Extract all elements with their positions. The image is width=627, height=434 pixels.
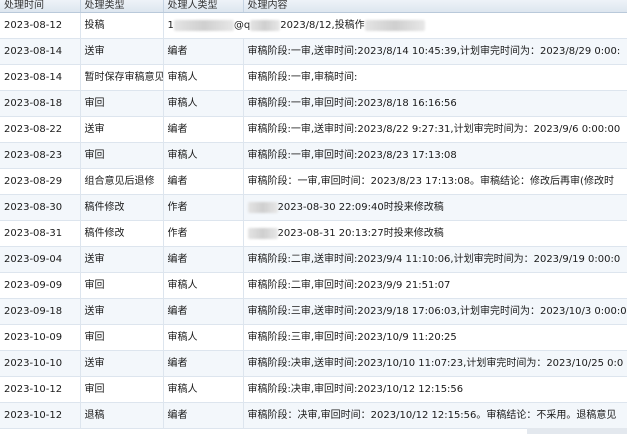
- cell-time: 2023-08-30: [0, 194, 81, 221]
- cell-time: 2023-08-14: [0, 64, 81, 91]
- cell-type: 送审: [80, 350, 164, 377]
- cell-content: 审稿阶段:决审,送审时间:2023/10/10 11:07:23,计划审完时间为…: [243, 350, 627, 377]
- cell-time: 2023-09-04: [0, 246, 81, 273]
- cell-content: 审稿阶段:二审,审回时间:2023/9/9 21:51:07: [243, 272, 627, 299]
- cell-role: 审稿人: [163, 142, 244, 169]
- cell-time: 2023-08-23: [0, 142, 81, 169]
- cell-type: 审回: [80, 376, 164, 403]
- table-row[interactable]: 2023-10-09 审回 审稿人 审稿阶段:三审,审回时间:2023/10/9…: [0, 324, 627, 351]
- table-row[interactable]: 2023-10-12 退稿 编者 审稿阶段：决审,审回时间：2023/10/12…: [0, 402, 627, 429]
- cell-time: 2023-10-10: [0, 350, 81, 377]
- cell-content: 审稿阶段：一审,审回时间：2023/8/23 17:13:08。审稿结论：修改后…: [243, 168, 627, 195]
- redacted-author: [247, 227, 278, 239]
- table-row[interactable]: 2023-09-04 送审 编者 审稿阶段:二审,送审时间:2023/9/4 1…: [0, 246, 627, 273]
- cell-time: 2023-09-18: [0, 298, 81, 325]
- table-row[interactable]: 2023-08-29 组合意见后退修 编者 审稿阶段：一审,审回时间：2023/…: [0, 168, 627, 195]
- cell-time: 2023-10-09: [0, 324, 81, 351]
- table-row[interactable]: 2023-10-10 送审 编者 审稿阶段:决审,送审时间:2023/10/10…: [0, 350, 627, 377]
- table-row[interactable]: 2023-08-12 投稿 1 @q 2023/8/12,投稿作: [0, 12, 627, 39]
- cell-type: 稿件修改: [80, 194, 164, 221]
- cell-content: 审稿阶段:一审,审回时间:2023/8/23 17:13:08: [243, 142, 627, 169]
- table-row[interactable]: 2023-09-18 送审 编者 审稿阶段:三审,送审时间:2023/9/18 …: [0, 298, 627, 325]
- cell-role: 审稿人: [163, 64, 244, 91]
- cell-content: 审稿阶段:二审,送审时间:2023/9/4 11:10:06,计划审完时间为：2…: [243, 246, 627, 273]
- content-mid: 2023/8/12,投稿作: [280, 20, 365, 31]
- cell-role: 编者: [163, 168, 244, 195]
- table-header-row: 处理时间 处理类型 处理人类型 处理内容: [0, 0, 627, 13]
- cell-type: 退稿: [80, 402, 164, 429]
- header-content[interactable]: 处理内容: [243, 0, 627, 13]
- processing-history-grid: 处理时间 处理类型 处理人类型 处理内容 2023-08-12 投稿 1 @q 20…: [0, 0, 627, 434]
- cell-type: 暂时保存审稿意见: [80, 64, 164, 91]
- cell-role: 编者: [163, 298, 244, 325]
- redacted-email: [173, 19, 234, 31]
- cell-time: 2023-09-09: [0, 272, 81, 299]
- cell-content: 1 @q 2023/8/12,投稿作: [163, 12, 627, 39]
- processing-history-table: 处理时间 处理类型 处理人类型 处理内容 2023-08-12 投稿 1 @q 20…: [0, 0, 627, 429]
- cell-content: 审稿阶段:决审,审回时间:2023/10/12 12:15:56: [243, 376, 627, 403]
- cell-type: 送审: [80, 246, 164, 273]
- cell-content: 审稿阶段:一审,审稿时间:: [243, 64, 627, 91]
- cell-role: 审稿人: [163, 90, 244, 117]
- cell-content: 2023-08-30 22:09:40时投来修改稿: [243, 194, 627, 221]
- cell-type: 投稿: [80, 12, 164, 39]
- header-time[interactable]: 处理时间: [0, 0, 81, 13]
- cell-content: 审稿阶段:一审,审回时间:2023/8/18 16:16:56: [243, 90, 627, 117]
- content-prefix: 1: [167, 20, 174, 31]
- cell-role: 编者: [163, 116, 244, 143]
- table-row[interactable]: 2023-09-09 审回 审稿人 审稿阶段:二审,审回时间:2023/9/9 …: [0, 272, 627, 299]
- header-role[interactable]: 处理人类型: [163, 0, 244, 13]
- cell-type: 审回: [80, 324, 164, 351]
- table-row[interactable]: 2023-08-30 稿件修改 作者 2023-08-30 22:09:40时投…: [0, 194, 627, 221]
- redacted-author: [247, 201, 278, 213]
- content-text: 2023-08-31 20:13:27时投来修改稿: [277, 228, 444, 239]
- cell-content: 审稿阶段:一审,送审时间:2023/8/22 9:27:31,计划审完时间为：2…: [243, 116, 627, 143]
- content-at: @q: [233, 20, 251, 31]
- cell-role: 编者: [163, 402, 244, 429]
- cell-role: 审稿人: [163, 324, 244, 351]
- cell-role: 编者: [163, 350, 244, 377]
- cell-content: 审稿阶段:三审,审回时间:2023/10/9 11:20:25: [243, 324, 627, 351]
- cell-type: 审回: [80, 90, 164, 117]
- cell-type: 审回: [80, 272, 164, 299]
- cell-role: 编者: [163, 38, 244, 65]
- table-row[interactable]: 2023-08-14 送审 编者 审稿阶段:一审,送审时间:2023/8/14 …: [0, 38, 627, 65]
- cell-time: 2023-10-12: [0, 376, 81, 403]
- cell-type: 稿件修改: [80, 220, 164, 247]
- pager-bar[interactable]: [527, 428, 627, 434]
- redacted-name: [250, 19, 281, 31]
- cell-role: 作者: [163, 194, 244, 221]
- redacted-title: [364, 19, 425, 31]
- cell-time: 2023-10-12: [0, 402, 81, 429]
- cell-type: 送审: [80, 38, 164, 65]
- cell-type: 送审: [80, 298, 164, 325]
- table-row[interactable]: 2023-08-31 稿件修改 作者 2023-08-31 20:13:27时投…: [0, 220, 627, 247]
- cell-content: 审稿阶段：决审,审回时间：2023/10/12 12:15:56。审稿结论：不采…: [243, 402, 627, 429]
- cell-role: 审稿人: [163, 272, 244, 299]
- cell-time: 2023-08-18: [0, 90, 81, 117]
- cell-time: 2023-08-22: [0, 116, 81, 143]
- cell-role: 编者: [163, 246, 244, 273]
- cell-type: 审回: [80, 142, 164, 169]
- cell-time: 2023-08-12: [0, 12, 81, 39]
- cell-role: 作者: [163, 220, 244, 247]
- cell-type: 组合意见后退修: [80, 168, 164, 195]
- cell-time: 2023-08-29: [0, 168, 81, 195]
- cell-role: 审稿人: [163, 376, 244, 403]
- cell-content: 审稿阶段:一审,送审时间:2023/8/14 10:45:39,计划审完时间为：…: [243, 38, 627, 65]
- table-row[interactable]: 2023-08-18 审回 审稿人 审稿阶段:一审,审回时间:2023/8/18…: [0, 90, 627, 117]
- content-text: 2023-08-30 22:09:40时投来修改稿: [277, 202, 444, 213]
- table-row[interactable]: 2023-08-14 暂时保存审稿意见 审稿人 审稿阶段:一审,审稿时间:: [0, 64, 627, 91]
- cell-content: 2023-08-31 20:13:27时投来修改稿: [243, 220, 627, 247]
- table-row[interactable]: 2023-08-22 送审 编者 审稿阶段:一审,送审时间:2023/8/22 …: [0, 116, 627, 143]
- cell-time: 2023-08-31: [0, 220, 81, 247]
- table-row[interactable]: 2023-08-23 审回 审稿人 审稿阶段:一审,审回时间:2023/8/23…: [0, 142, 627, 169]
- cell-content: 审稿阶段:三审,送审时间:2023/9/18 17:06:03,计划审完时间为：…: [243, 298, 627, 325]
- cell-type: 送审: [80, 116, 164, 143]
- cell-time: 2023-08-14: [0, 38, 81, 65]
- table-row[interactable]: 2023-10-12 审回 审稿人 审稿阶段:决审,审回时间:2023/10/1…: [0, 376, 627, 403]
- header-type[interactable]: 处理类型: [80, 0, 164, 13]
